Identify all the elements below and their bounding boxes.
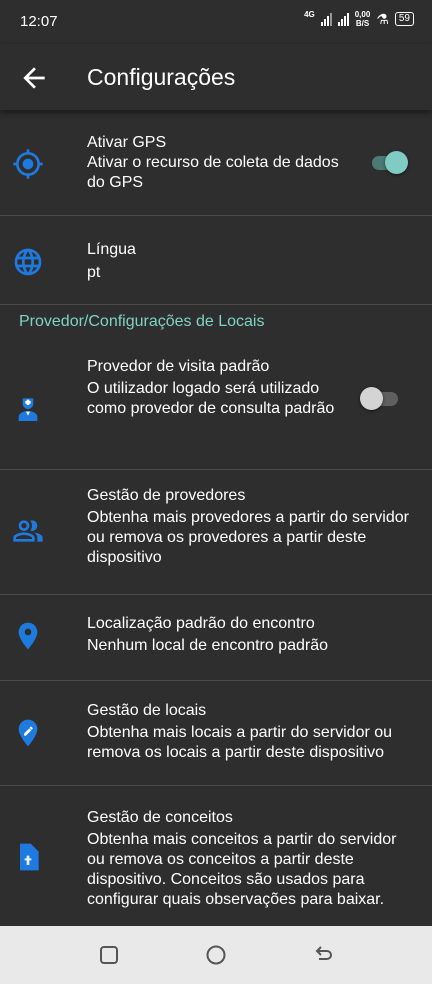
network-type: 4G <box>304 10 315 19</box>
recents-icon[interactable] <box>96 942 122 968</box>
default-provider-toggle[interactable] <box>360 386 400 410</box>
setting-language[interactable]: Língua pt <box>0 216 432 305</box>
back-nav-icon[interactable] <box>310 942 336 968</box>
document-icon <box>12 841 44 873</box>
edit-location-icon <box>12 717 44 749</box>
setting-location-management[interactable]: Gestão de locais Obtenha mais locais a p… <box>0 681 432 786</box>
settings-list: Ativar GPS Ativar o recurso de coleta de… <box>0 112 432 926</box>
setting-text: Gestão de provedores Obtenha mais proved… <box>87 486 418 568</box>
setting-text: Localização padrão do encontro Nenhum lo… <box>87 614 418 656</box>
setting-title: Provedor de visita padrão <box>87 358 270 375</box>
flask-icon: ⚗ <box>376 10 389 27</box>
setting-text: Ativar GPS Ativar o recurso de coleta de… <box>87 133 352 193</box>
system-nav-bar <box>0 926 432 984</box>
network-rate: 0,00 B/S <box>354 10 371 28</box>
home-icon[interactable] <box>203 942 229 968</box>
setting-default-provider[interactable]: Provedor de visita padrão O utilizador l… <box>0 343 432 470</box>
setting-text: Língua pt <box>87 240 418 283</box>
setting-default-location[interactable]: Localização padrão do encontro Nenhum lo… <box>0 595 432 681</box>
battery-icon: 59 <box>394 12 414 26</box>
setting-title: Gestão de locais <box>87 702 207 719</box>
setting-summary: Obtenha mais locais a partir do servidor… <box>87 724 393 761</box>
status-time: 12:07 <box>20 13 58 30</box>
section-title: Provedor/Configurações de Locais <box>19 313 265 330</box>
setting-summary: Ativar o recurso de coleta de dados do G… <box>87 154 339 191</box>
location-pin-icon <box>12 620 44 652</box>
setting-concept-management[interactable]: Gestão de conceitos Obtenha mais conceit… <box>0 786 432 926</box>
app-bar: Configurações <box>0 44 432 110</box>
setting-title: Língua <box>87 241 136 258</box>
setting-summary: Obtenha mais conceitos a partir do servi… <box>87 831 397 908</box>
doctor-icon <box>12 393 44 425</box>
setting-summary: O utilizador logado será utilizado como … <box>87 380 335 417</box>
signal-icon <box>320 12 332 26</box>
setting-title: Ativar GPS <box>87 134 167 151</box>
back-arrow-icon[interactable] <box>18 62 50 94</box>
setting-title: Localização padrão do encontro <box>87 615 315 632</box>
status-bar: 12:07 4G 0,00 B/S ⚗ 59 <box>0 0 432 44</box>
setting-title: Gestão de conceitos <box>87 809 233 826</box>
gps-crosshair-icon <box>12 148 44 180</box>
setting-text: Gestão de conceitos Obtenha mais conceit… <box>87 808 418 910</box>
setting-title: Gestão de provedores <box>87 487 246 504</box>
setting-summary: Obtenha mais provedores a partir do serv… <box>87 509 409 566</box>
setting-summary: Nenhum local de encontro padrão <box>87 637 329 654</box>
gps-toggle[interactable] <box>368 150 408 174</box>
setting-gps[interactable]: Ativar GPS Ativar o recurso de coleta de… <box>0 112 432 216</box>
page-title: Configurações <box>87 64 236 90</box>
people-icon <box>12 515 44 547</box>
signal-icon-2 <box>337 12 349 26</box>
setting-summary: pt <box>87 264 101 281</box>
setting-provider-management[interactable]: Gestão de provedores Obtenha mais proved… <box>0 470 432 595</box>
setting-text: Provedor de visita padrão O utilizador l… <box>87 357 340 419</box>
setting-text: Gestão de locais Obtenha mais locais a p… <box>87 701 418 763</box>
status-icons: 4G 0,00 B/S ⚗ 59 <box>304 10 414 28</box>
section-header-row: Provedor/Configurações de Locais <box>0 305 432 343</box>
globe-icon <box>12 246 44 278</box>
